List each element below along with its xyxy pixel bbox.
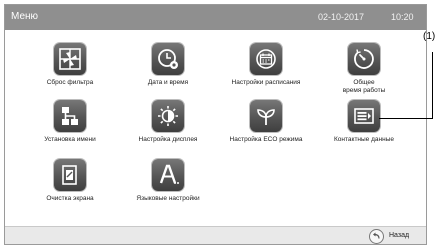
- calendar-icon: [250, 43, 282, 75]
- clock-gear-icon: [152, 43, 184, 75]
- menu-item-filter-reset[interactable]: Сброс фильтра: [25, 43, 115, 89]
- total-runtime-label: Общее время работы: [319, 79, 409, 95]
- brightness-icon: [152, 100, 184, 132]
- display-settings-label: Настройка дисплея: [138, 136, 198, 143]
- menu-screen: Меню 02-10-2017 10:20 Сброс фильтра Дата…: [4, 4, 427, 245]
- screen-clean-icon: [54, 159, 86, 191]
- menu-item-total-runtime[interactable]: Общее время работы: [319, 43, 409, 94]
- language-letter-icon: [152, 159, 184, 191]
- filter-reset-label: Сброс фильтра: [46, 79, 94, 86]
- menu-item-schedule-settings[interactable]: Настройки расписания: [221, 43, 311, 89]
- menu-item-contact-data[interactable]: Контактные данные: [319, 100, 409, 146]
- total-runtime-label-line1: Общее: [353, 79, 375, 86]
- timer-icon: [348, 43, 380, 75]
- callout-label: (1): [423, 31, 436, 42]
- total-runtime-label-line2: время работы: [342, 87, 386, 94]
- menu-item-screen-cleaning[interactable]: Очистка экрана: [25, 159, 115, 205]
- callout-leader-vertical: [432, 52, 433, 119]
- footer-bar: Назад: [5, 226, 426, 244]
- contact-data-label: Контактные данные: [334, 136, 394, 143]
- contact-card-icon: [348, 100, 380, 132]
- network-tree-icon: [54, 100, 86, 132]
- schedule-settings-label: Настройки расписания: [231, 79, 301, 86]
- date-time-label: Дата и время: [147, 79, 189, 86]
- eco-settings-label: Настройка ECO режима: [229, 136, 303, 143]
- menu-item-language-settings[interactable]: Языковые настройки: [123, 159, 213, 205]
- time-display: 10:20: [391, 12, 414, 22]
- language-settings-label: Языковые настройки: [136, 195, 200, 202]
- back-arrow-icon: [369, 229, 384, 244]
- date-display: 02-10-2017: [318, 12, 365, 22]
- back-button[interactable]: Назад: [369, 229, 421, 244]
- name-setup-label: Установка имени: [44, 136, 96, 143]
- menu-item-display-settings[interactable]: Настройка дисплея: [123, 100, 213, 146]
- callout-leader-line: [379, 118, 433, 119]
- filter-reset-icon: [54, 43, 86, 75]
- screen-cleaning-label: Очистка экрана: [46, 195, 94, 202]
- leaf-sprout-icon: [250, 100, 282, 132]
- page-title: Меню: [11, 11, 39, 22]
- title-bar: Меню 02-10-2017 10:20: [5, 5, 426, 30]
- back-label: Назад: [389, 232, 410, 239]
- menu-item-eco-settings[interactable]: Настройка ECO режима: [221, 100, 311, 146]
- menu-item-name-setup[interactable]: Установка имени: [25, 100, 115, 146]
- menu-item-date-time[interactable]: Дата и время: [123, 43, 213, 89]
